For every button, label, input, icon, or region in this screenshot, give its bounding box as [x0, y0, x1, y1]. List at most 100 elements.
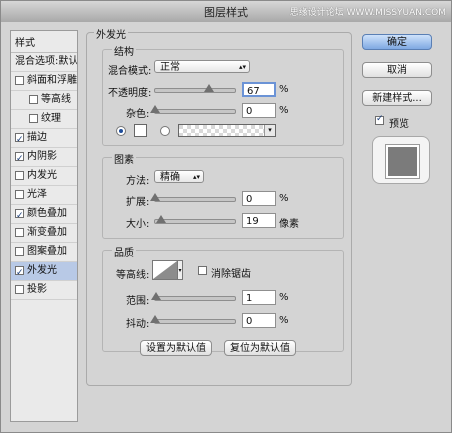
style-item-label: 投影 [27, 284, 47, 295]
noise-label: 杂色: [126, 109, 150, 120]
new-style-button[interactable]: 新建样式... [362, 90, 432, 106]
opacity-slider-thumb[interactable] [203, 84, 214, 92]
preview-swatch [386, 145, 419, 178]
style-item[interactable]: 内发光 [11, 167, 77, 186]
spread-slider-thumb[interactable] [150, 193, 160, 201]
outer-glow-title: 外发光 [94, 26, 128, 41]
jitter-slider-thumb[interactable] [150, 315, 160, 323]
style-item-label: 内发光 [27, 170, 57, 181]
style-item[interactable]: 外发光 [11, 262, 77, 281]
style-item[interactable]: 纹理 [11, 110, 77, 129]
antialias-checkbox[interactable] [198, 266, 207, 275]
noise-input[interactable]: 0 [242, 103, 276, 118]
quality-title: 品质 [112, 244, 136, 259]
style-item-checkbox[interactable] [15, 150, 24, 166]
style-item-label: 斜面和浮雕 [27, 75, 77, 86]
reset-default-button[interactable]: 复位为默认值 [224, 340, 296, 356]
opacity-input[interactable]: 67 [242, 82, 276, 97]
style-list-header: 样式 [11, 31, 77, 53]
style-item-checkbox[interactable] [15, 131, 24, 147]
style-item[interactable]: 渐变叠加 [11, 224, 77, 243]
range-input[interactable]: 1 [242, 290, 276, 305]
style-item-checkbox[interactable] [15, 246, 24, 256]
jitter-unit: % [279, 315, 289, 326]
ok-button[interactable]: 确定 [362, 34, 432, 50]
style-list: 样式 混合选项:默认 斜面和浮雕等高线纹理描边内阴影内发光光泽颜色叠加渐变叠加图… [10, 30, 78, 422]
style-item-label: 光泽 [27, 189, 47, 200]
spread-slider[interactable] [150, 193, 236, 202]
style-item-label: 渐变叠加 [27, 227, 67, 238]
size-slider[interactable] [154, 215, 236, 224]
size-slider-thumb[interactable] [156, 215, 167, 223]
cancel-button[interactable]: 取消 [362, 62, 432, 78]
blend-mode-label: 混合模式: [108, 66, 152, 77]
spread-input[interactable]: 0 [242, 191, 276, 206]
style-item-label: 外发光 [27, 265, 57, 276]
title-bar: 图层样式 思缘设计论坛 WWW.MISSYUAN.COM [0, 0, 452, 23]
range-slider[interactable] [150, 292, 236, 301]
style-preview [372, 136, 430, 184]
style-item-label: 描边 [27, 132, 47, 143]
blend-options-item[interactable]: 混合选项:默认 [11, 53, 77, 72]
style-item-checkbox[interactable] [15, 75, 24, 85]
elements-title: 图素 [112, 151, 136, 166]
chevron-updown-icon: ▴▾ [238, 63, 246, 71]
style-item-checkbox[interactable] [15, 227, 24, 237]
style-item[interactable]: 斜面和浮雕 [11, 72, 77, 91]
preview-label: 预览 [389, 119, 409, 130]
style-item-checkbox[interactable] [15, 207, 24, 223]
jitter-label: 抖动: [126, 319, 150, 330]
contour-dropdown-icon[interactable]: ▾ [178, 260, 183, 280]
contour-picker[interactable] [152, 260, 178, 280]
style-item-label: 图案叠加 [27, 246, 67, 257]
style-item[interactable]: 光泽 [11, 186, 77, 205]
dropdown-arrow-icon: ▾ [264, 125, 275, 136]
style-item-checkbox[interactable] [15, 264, 24, 280]
range-label: 范围: [126, 296, 150, 307]
style-item[interactable]: 图案叠加 [11, 243, 77, 262]
range-slider-thumb[interactable] [150, 292, 161, 300]
style-item[interactable]: 描边 [11, 129, 77, 148]
opacity-unit: % [279, 84, 289, 95]
style-item[interactable]: 等高线 [11, 91, 77, 110]
antialias-label: 消除锯齿 [211, 269, 251, 280]
jitter-input[interactable]: 0 [242, 313, 276, 328]
method-value: 精确 [160, 172, 180, 183]
style-item-label: 颜色叠加 [27, 208, 67, 219]
style-item-checkbox[interactable] [15, 189, 24, 199]
style-item-label: 纹理 [41, 113, 61, 124]
noise-slider[interactable] [150, 105, 236, 114]
method-label: 方法: [126, 176, 150, 187]
gradient-radio[interactable] [160, 126, 170, 136]
style-item[interactable]: 投影 [11, 281, 77, 300]
style-item[interactable]: 颜色叠加 [11, 205, 77, 224]
set-default-button[interactable]: 设置为默认值 [140, 340, 212, 356]
style-item-checkbox[interactable] [29, 113, 38, 123]
noise-slider-thumb[interactable] [150, 105, 160, 113]
opacity-slider[interactable] [154, 84, 236, 93]
jitter-slider[interactable] [150, 315, 236, 324]
watermark: 思缘设计论坛 WWW.MISSYUAN.COM [289, 8, 446, 18]
glow-gradient-picker[interactable]: ▾ [178, 124, 276, 137]
method-select[interactable]: 精确 ▴▾ [154, 170, 204, 183]
blend-mode-select[interactable]: 正常 ▴▾ [154, 60, 250, 73]
noise-unit: % [279, 105, 289, 116]
chevron-updown-icon: ▴▾ [192, 173, 200, 181]
structure-title: 结构 [112, 43, 136, 58]
glow-color-swatch[interactable] [134, 124, 147, 137]
blend-mode-value: 正常 [160, 62, 180, 73]
style-item-checkbox[interactable] [29, 94, 38, 104]
style-item[interactable]: 内阴影 [11, 148, 77, 167]
style-item-label: 等高线 [41, 94, 71, 105]
solid-color-radio[interactable] [116, 126, 126, 136]
size-input[interactable]: 19 [242, 213, 276, 228]
size-label: 大小: [126, 219, 150, 230]
spread-label: 扩展: [126, 197, 150, 208]
preview-checkbox[interactable] [375, 114, 384, 125]
style-item-checkbox[interactable] [15, 170, 24, 180]
dialog-panel: 样式 混合选项:默认 斜面和浮雕等高线纹理描边内阴影内发光光泽颜色叠加渐变叠加图… [0, 22, 452, 433]
style-item-checkbox[interactable] [15, 284, 24, 294]
contour-curve-icon [153, 261, 177, 279]
contour-label: 等高线: [116, 270, 150, 281]
range-unit: % [279, 292, 289, 303]
